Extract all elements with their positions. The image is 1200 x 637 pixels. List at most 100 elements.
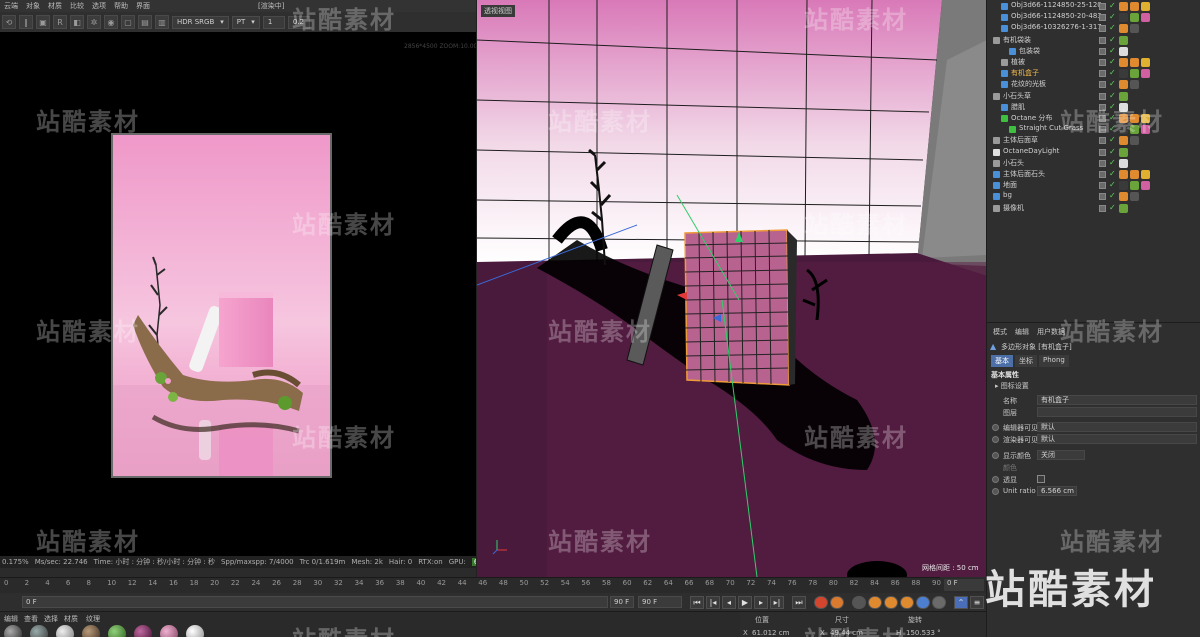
menu-material[interactable]: 材质 <box>48 1 62 11</box>
channel-icon[interactable]: ▥ <box>155 15 169 29</box>
material-tag-icon[interactable] <box>1141 69 1150 79</box>
render-visible-radio[interactable] <box>992 436 999 443</box>
material-swatch[interactable] <box>82 625 100 637</box>
start-frame-field[interactable]: 0 F <box>22 596 608 608</box>
material-swatch[interactable] <box>56 625 74 637</box>
material-tag-icon[interactable] <box>1119 2 1128 11</box>
material-tag-icon[interactable] <box>1119 24 1128 34</box>
object-row[interactable]: bg ✓ <box>987 191 1200 202</box>
editor-visible-radio[interactable] <box>992 424 999 431</box>
send-scene-icon[interactable]: ⟲ <box>2 15 16 29</box>
xray-radio[interactable] <box>992 476 999 483</box>
material-tag-icon[interactable] <box>1130 13 1139 23</box>
enabled-check-icon[interactable]: ✓ <box>1109 35 1116 44</box>
object-row[interactable]: Obj3d66-1124850-20-483 ✓ <box>987 12 1200 23</box>
material-swatch[interactable] <box>4 625 22 637</box>
material-tag-icon[interactable] <box>1119 80 1128 90</box>
menu-cloud[interactable]: 云端 <box>4 1 18 11</box>
kernel-mode-select[interactable]: PT ▾ <box>231 15 260 29</box>
icon-settings-toggle[interactable]: ▸ 图标设置 <box>995 381 1029 391</box>
enabled-check-icon[interactable]: ✓ <box>1109 68 1116 77</box>
material-tag-icon[interactable] <box>1119 46 1128 56</box>
rot-h-value[interactable]: 150.533 ° <box>906 629 941 637</box>
display-color-select[interactable]: 关闭 <box>1037 450 1085 460</box>
visibility-toggle-icon[interactable] <box>1099 25 1106 33</box>
object-row[interactable]: 包装袋 ✓ <box>987 46 1200 57</box>
material-tag-icon[interactable] <box>1130 170 1139 179</box>
material-tag-icon[interactable] <box>1119 69 1128 79</box>
material-tag-icon[interactable] <box>1141 2 1150 11</box>
material-tag-icon[interactable] <box>1119 136 1128 146</box>
am-menu-mode[interactable]: 模式 <box>993 327 1007 337</box>
visibility-toggle-icon[interactable] <box>1099 92 1106 100</box>
object-row[interactable]: Obj3d66-1124850-25-120 ✓ <box>987 1 1200 12</box>
enabled-check-icon[interactable]: ✓ <box>1109 180 1116 189</box>
coord-x-value[interactable]: 61.012 cm <box>752 629 789 637</box>
material-tag-icon[interactable] <box>1119 35 1128 45</box>
end-frame-field-left[interactable]: 90 F <box>610 596 634 608</box>
object-row[interactable]: 小石头 ✓ <box>987 158 1200 169</box>
material-tag-icon[interactable] <box>1130 2 1139 11</box>
enabled-check-icon[interactable]: ✓ <box>1109 46 1116 55</box>
tab-coordinates[interactable]: 坐标 <box>1015 355 1037 367</box>
material-tag-icon[interactable] <box>1130 181 1139 191</box>
goto-end-icon[interactable]: ⏭ <box>792 596 806 609</box>
mat-menu-material[interactable]: 材质 <box>64 614 78 624</box>
material-tag-icon[interactable] <box>1119 13 1128 23</box>
material-tag-icon[interactable] <box>1119 181 1128 191</box>
visibility-toggle-icon[interactable] <box>1099 3 1106 10</box>
material-swatch[interactable] <box>108 625 126 637</box>
mat-menu-view[interactable]: 查看 <box>24 614 38 624</box>
enabled-check-icon[interactable]: ✓ <box>1109 191 1116 200</box>
am-menu-edit[interactable]: 编辑 <box>1015 327 1029 337</box>
render-region-icon[interactable]: ▣ <box>36 15 50 29</box>
film-icon[interactable]: ▤ <box>138 15 152 29</box>
enabled-check-icon[interactable]: ✓ <box>1109 79 1116 88</box>
tab-phong[interactable]: Phong <box>1039 355 1069 367</box>
visibility-toggle-icon[interactable] <box>1099 36 1106 44</box>
object-row[interactable]: 花纹的光板 ✓ <box>987 79 1200 90</box>
material-tag-icon[interactable] <box>1130 80 1139 90</box>
mat-menu-select[interactable]: 选择 <box>44 614 58 624</box>
prev-key-icon[interactable]: |◂ <box>706 596 720 609</box>
lock-icon[interactable]: ◧ <box>70 15 84 29</box>
menu-options[interactable]: 选项 <box>92 1 106 11</box>
enabled-check-icon[interactable]: ✓ <box>1109 57 1116 66</box>
scale-key-icon[interactable] <box>884 596 898 609</box>
object-row[interactable]: 摄像机 ✓ <box>987 203 1200 214</box>
object-row[interactable]: 植被 ✓ <box>987 57 1200 68</box>
enabled-check-icon[interactable]: ✓ <box>1109 147 1116 156</box>
next-frame-icon[interactable]: ▸ <box>754 596 768 609</box>
next-key-icon[interactable]: ▸| <box>770 596 784 609</box>
visibility-toggle-icon[interactable] <box>1099 204 1106 212</box>
object-row[interactable]: 地面 ✓ <box>987 180 1200 191</box>
play-icon[interactable]: ▶ <box>738 596 752 609</box>
material-tag-icon[interactable] <box>1119 192 1128 202</box>
visibility-toggle-icon[interactable] <box>1099 47 1106 55</box>
visibility-toggle-icon[interactable] <box>1099 81 1106 89</box>
material-tag-icon[interactable] <box>1130 69 1139 79</box>
visibility-toggle-icon[interactable] <box>1099 14 1106 22</box>
object-row[interactable]: 主体后面草 ✓ <box>987 135 1200 146</box>
visibility-toggle-icon[interactable] <box>1099 148 1106 156</box>
menu-compare[interactable]: 比较 <box>70 1 84 11</box>
material-tag-icon[interactable] <box>1130 136 1139 146</box>
material-swatch[interactable] <box>160 625 178 637</box>
param-key-icon[interactable] <box>916 596 930 609</box>
end-frame-field-right[interactable]: 90 F <box>638 596 682 608</box>
xray-checkbox[interactable] <box>1037 475 1045 483</box>
material-swatch[interactable] <box>134 625 152 637</box>
material-tag-icon[interactable] <box>1141 13 1150 23</box>
render-visible-select[interactable]: 默认 <box>1037 434 1197 444</box>
layer-field[interactable] <box>1037 407 1197 417</box>
timeline-menu-icon[interactable]: ≡ <box>970 596 984 609</box>
material-tag-icon[interactable] <box>1141 170 1150 179</box>
material-tag-icon[interactable] <box>1130 58 1139 67</box>
object-row[interactable]: 小石头草 ✓ <box>987 91 1200 102</box>
material-tag-icon[interactable] <box>1130 192 1139 202</box>
menu-interface[interactable]: 界面 <box>136 1 150 11</box>
enabled-check-icon[interactable]: ✓ <box>1109 203 1116 212</box>
visibility-toggle-icon[interactable] <box>1099 193 1106 201</box>
material-tag-icon[interactable] <box>1119 158 1128 168</box>
editor-visible-select[interactable]: 默认 <box>1037 422 1197 432</box>
